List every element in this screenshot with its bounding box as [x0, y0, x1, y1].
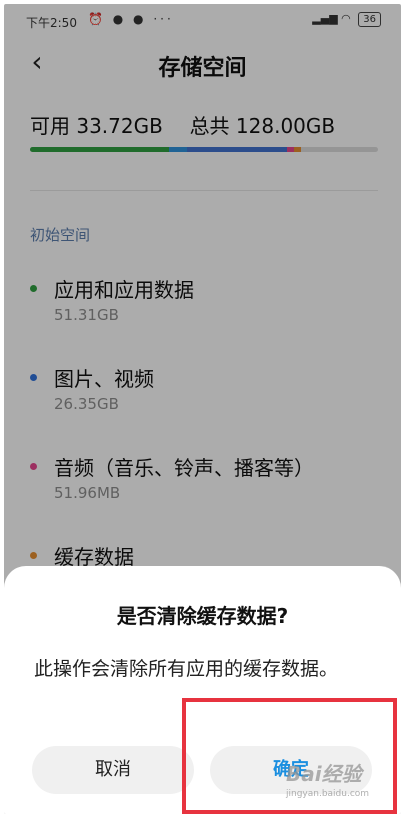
cancel-button[interactable]: 取消 [32, 746, 194, 794]
watermark-logo: Bai经验 [286, 762, 362, 786]
dialog-title: 是否清除缓存数据? [116, 604, 289, 628]
phone-screen: 下午2:50 ⏰ ● ● ··· ▂▄▆ ◠ 36 ‹ 存储空间 可用 33.7… [4, 4, 401, 814]
dialog-message: 此操作会清除所有应用的缓存数据。 [34, 658, 339, 680]
watermark: Bai经验 jingyan.baidu.com [286, 758, 369, 799]
watermark-url: jingyan.baidu.com [286, 789, 370, 799]
